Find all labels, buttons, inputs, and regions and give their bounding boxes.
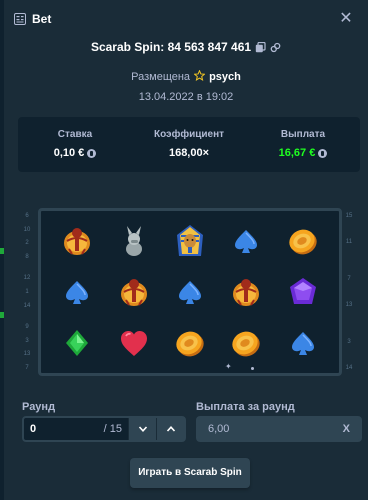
line-number: 1 xyxy=(25,288,29,295)
line-number: 6 xyxy=(25,213,29,219)
line-number: 7 xyxy=(347,275,351,282)
stake-label: Ставка xyxy=(57,129,93,140)
stake-value: 0,10 € xyxy=(18,147,132,159)
star-icon xyxy=(193,69,206,84)
line-number: 9 xyxy=(25,323,29,330)
round-input[interactable]: 0 / 15 xyxy=(22,416,186,442)
blue-spade-symbol xyxy=(49,267,105,318)
round-label: Раунд xyxy=(22,401,56,413)
heart-symbol xyxy=(105,317,161,368)
username[interactable]: psych xyxy=(209,71,241,83)
gold-coin-symbol xyxy=(218,317,274,368)
line-number: 14 xyxy=(23,302,31,309)
gold-coin-symbol xyxy=(275,216,331,267)
pharaoh-symbol xyxy=(162,216,218,267)
multiplier-x-icon: X xyxy=(342,423,350,435)
close-icon[interactable]: ✕ xyxy=(338,10,354,28)
round-down-button[interactable] xyxy=(128,418,156,440)
currency-icon xyxy=(87,148,97,158)
copy-icon[interactable] xyxy=(255,41,266,53)
stat-payout: Выплата 16,67 € xyxy=(246,117,360,172)
line-number: 3 xyxy=(347,338,351,345)
anubis-symbol xyxy=(105,216,161,267)
placed-label: Размещена xyxy=(131,71,191,83)
line-number: 7 xyxy=(25,364,29,371)
line-number: 2 xyxy=(25,240,29,247)
chevron-up-icon xyxy=(166,426,175,432)
gold-coin-symbol xyxy=(162,317,218,368)
line-number: 13 xyxy=(23,351,31,358)
link-icon[interactable] xyxy=(270,42,281,53)
multiplier-label: Коэффициент xyxy=(153,129,225,140)
scarab-symbol xyxy=(218,267,274,318)
payout-round-value: 6,00 xyxy=(208,423,230,435)
multiplier-value: 168,00× xyxy=(168,147,210,159)
purple-gem-symbol xyxy=(275,267,331,318)
bet-date: 13.04.2022 в 19:02 xyxy=(138,91,234,103)
round-total: / 15 xyxy=(103,423,122,435)
chevron-down-icon xyxy=(138,426,147,432)
scarab-symbol xyxy=(105,267,161,318)
green-diamond-symbol xyxy=(49,317,105,368)
payout-round-field: 6,00 X xyxy=(196,416,362,442)
scarab-symbol xyxy=(49,216,105,267)
payout-round-label: Выплата за раунд xyxy=(196,401,295,413)
placed-by: Размещена psych xyxy=(4,69,368,84)
line-numbers-right: 15 11 7 13 3 14 xyxy=(342,213,356,371)
reel-grid xyxy=(49,216,331,368)
blue-spade-symbol xyxy=(162,267,218,318)
blue-spade-symbol xyxy=(275,317,331,368)
line-number: 12 xyxy=(23,275,31,282)
stat-stake: Ставка 0,10 € xyxy=(18,117,132,172)
bet-modal: Bet ✕ Scarab Spin: 84 563 847 461 Размещ… xyxy=(4,0,368,500)
blue-spade-symbol xyxy=(218,216,274,267)
slot-game: 6 10 2 8 12 1 14 9 3 13 7 ✦ 15 11 7 13 3 14 xyxy=(10,207,362,377)
reels-frame: ✦ xyxy=(38,208,342,376)
bet-stats-panel: Ставка 0,10 € Коэффициент 168,00× Выплат… xyxy=(18,117,360,172)
modal-header: Bet ✕ xyxy=(14,10,356,28)
marker-dot xyxy=(251,367,254,370)
line-number: 10 xyxy=(23,226,31,233)
bet-slip-icon xyxy=(14,13,26,25)
line-number: 14 xyxy=(345,364,353,371)
modal-title: Bet xyxy=(32,12,52,26)
payout-value: 16,67 € xyxy=(246,147,360,159)
line-number: 8 xyxy=(25,253,29,260)
round-up-button[interactable] xyxy=(156,418,184,440)
currency-icon xyxy=(318,148,328,158)
line-number: 11 xyxy=(345,239,353,246)
play-game-button[interactable]: Играть в Scarab Spin xyxy=(130,458,250,488)
round-value[interactable]: 0 xyxy=(24,418,100,440)
line-number: 13 xyxy=(345,302,353,309)
sparkle-icon: ✦ xyxy=(225,362,232,371)
line-numbers-left: 6 10 2 8 12 1 14 9 3 13 7 xyxy=(20,213,34,371)
line-number: 15 xyxy=(345,213,353,219)
payout-label: Выплата xyxy=(280,129,326,140)
stat-multiplier: Коэффициент 168,00× xyxy=(132,117,246,172)
line-number: 3 xyxy=(25,337,29,344)
game-title-row: Scarab Spin: 84 563 847 461 xyxy=(4,40,368,54)
bet-game-id: Scarab Spin: 84 563 847 461 xyxy=(90,40,252,54)
